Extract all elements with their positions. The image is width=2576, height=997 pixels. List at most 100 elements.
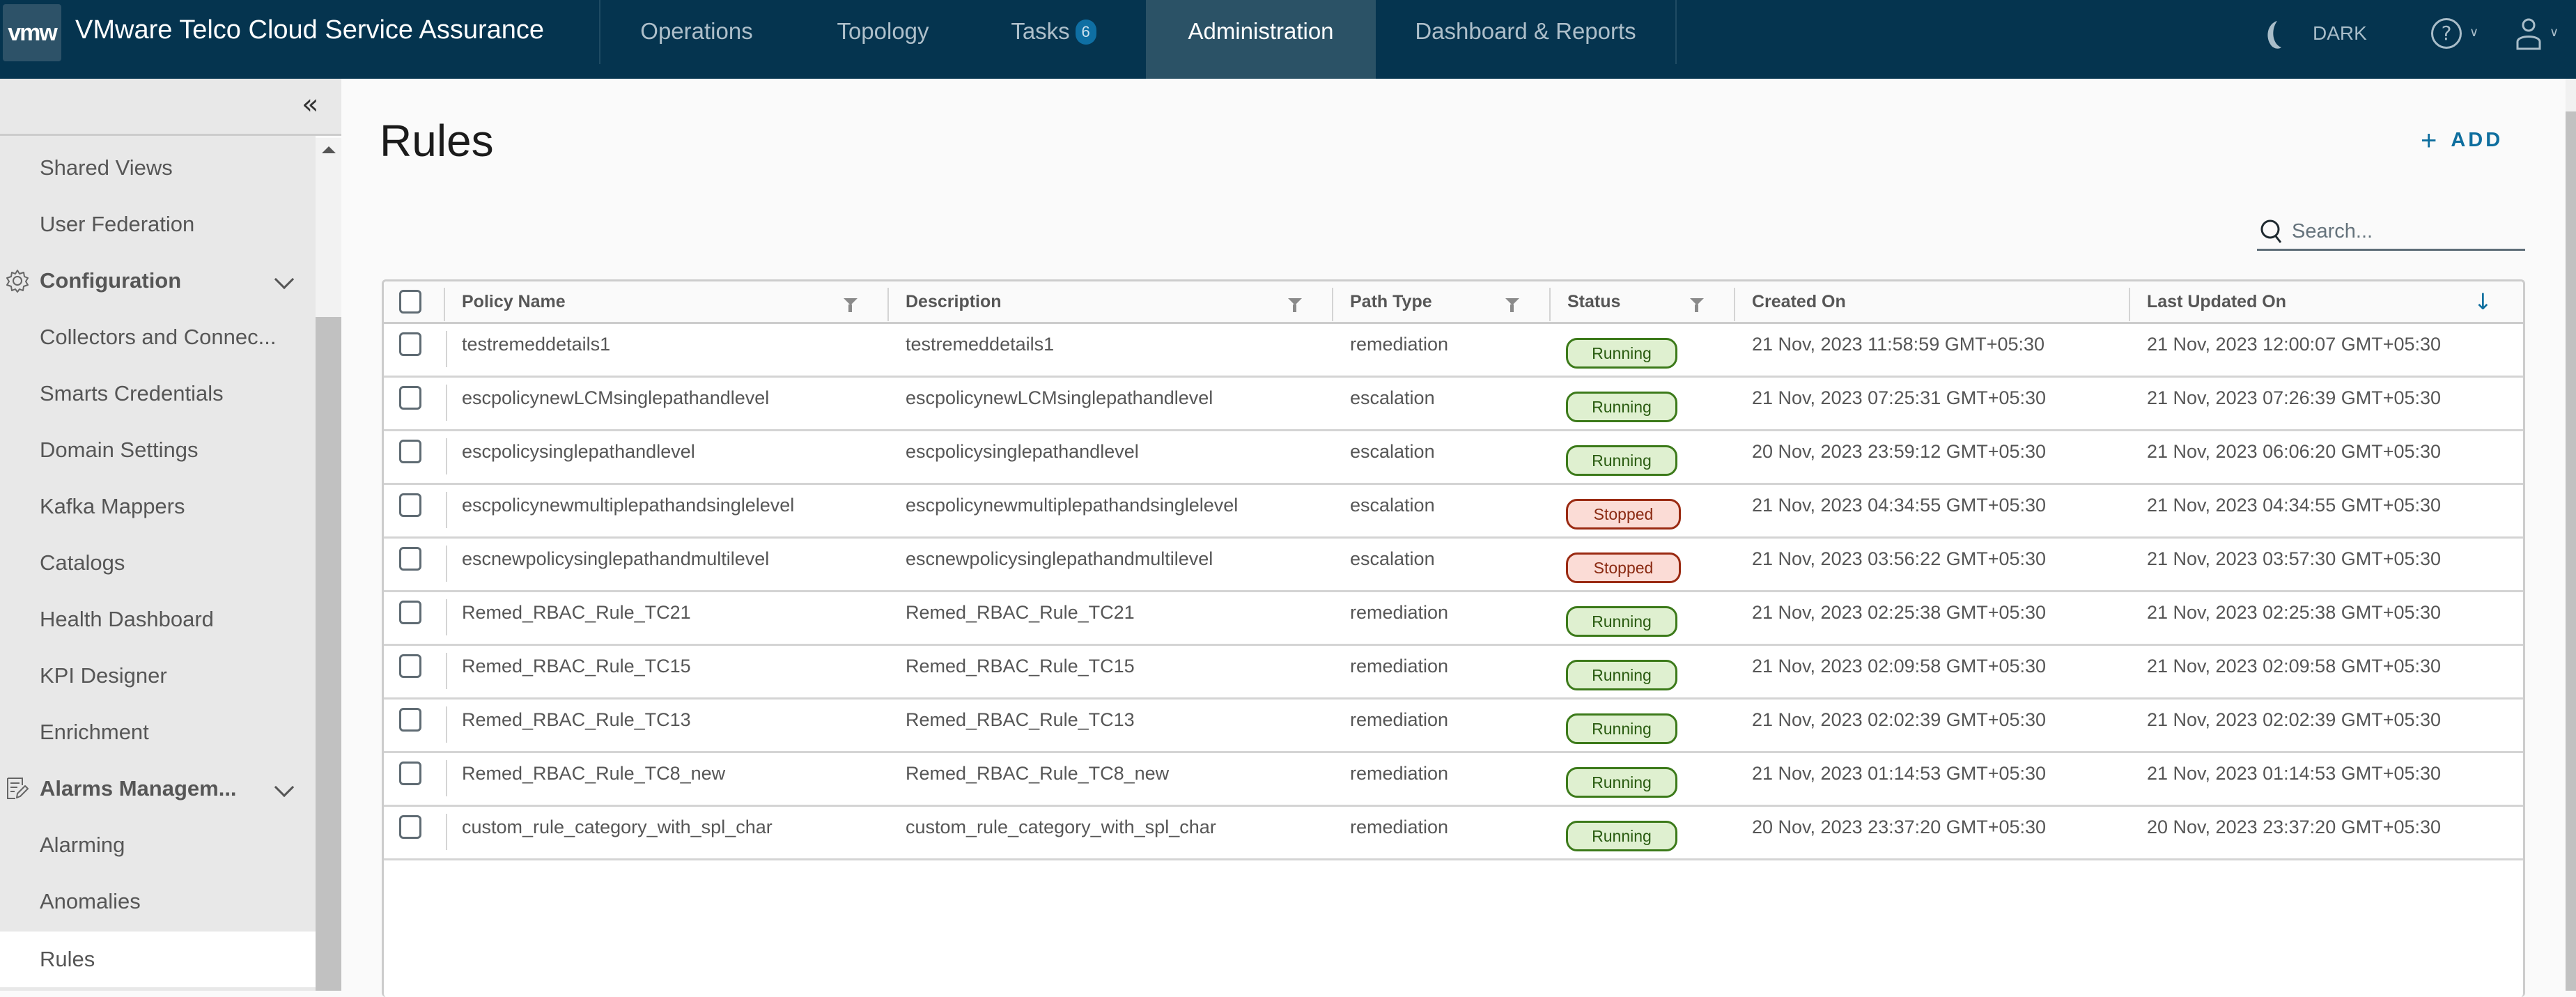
cell-description: Remed_RBAC_Rule_TC8_new: [906, 763, 1170, 784]
row-checkbox[interactable]: [399, 332, 421, 356]
status-badge: Running: [1566, 713, 1677, 744]
cell-created-on: 21 Nov, 2023 03:56:22 GMT+05:30: [1752, 548, 2047, 569]
scroll-up-arrow-icon[interactable]: [322, 146, 336, 153]
sidebar-item-domain-settings[interactable]: Domain Settings: [0, 422, 316, 478]
table-row[interactable]: escpolicynewLCMsinglepathandlevel escpoli…: [384, 378, 2523, 431]
table-row[interactable]: custom_rule_category_with_spl_char custom…: [384, 807, 2523, 860]
sidebar-item-collectors-connectors[interactable]: Collectors and Connec...: [0, 309, 316, 365]
row-checkbox[interactable]: [399, 654, 421, 678]
row-checkbox[interactable]: [399, 601, 421, 624]
add-button[interactable]: + ADD: [2421, 125, 2503, 156]
table-row[interactable]: escnewpolicysinglepathandmultilevel escne…: [384, 539, 2523, 592]
sidebar-item-enrichment[interactable]: Enrichment: [0, 704, 316, 760]
cell-path-type: remediation: [1350, 656, 1449, 677]
chevron-down-icon[interactable]: [274, 777, 295, 798]
cell-created-on: 21 Nov, 2023 02:09:58 GMT+05:30: [1752, 656, 2047, 677]
status-badge: Running: [1566, 821, 1677, 851]
sidebar-item-smarts-credentials[interactable]: Smarts Credentials: [0, 366, 316, 422]
nav-topology[interactable]: Topology: [808, 0, 958, 79]
cell-created-on: 21 Nov, 2023 02:02:39 GMT+05:30: [1752, 709, 2047, 730]
page-scrollbar-thumb[interactable]: [2566, 111, 2576, 991]
cell-policy-name: escpolicynewLCMsinglepathandlevel: [462, 387, 770, 408]
row-checkbox[interactable]: [399, 440, 421, 463]
help-icon[interactable]: ?: [2431, 18, 2462, 49]
sort-descending-arrow-icon[interactable]: ↓: [2474, 288, 2492, 315]
status-badge: Running: [1566, 392, 1677, 422]
column-header-description[interactable]: Description: [889, 281, 1002, 322]
cell-last-updated-on: 21 Nov, 2023 03:57:30 GMT+05:30: [2147, 548, 2442, 569]
column-header-status[interactable]: Status: [1551, 281, 1620, 322]
row-checkbox[interactable]: [399, 762, 421, 785]
row-checkbox[interactable]: [399, 815, 421, 839]
user-icon[interactable]: [2515, 18, 2543, 50]
sidebar: « Shared Views User Federation Configura…: [0, 79, 341, 991]
filter-icon-stem: [1510, 304, 1514, 312]
cell-path-type: remediation: [1350, 709, 1449, 730]
sidebar-item-label: Enrichment: [40, 720, 149, 744]
table-row[interactable]: Remed_RBAC_Rule_TC13 Remed_RBAC_Rule_TC13…: [384, 700, 2523, 753]
nav-operations[interactable]: Operations: [613, 0, 780, 79]
column-header-created-on[interactable]: Created On: [1735, 281, 1846, 322]
table-row[interactable]: Remed_RBAC_Rule_TC15 Remed_RBAC_Rule_TC15…: [384, 646, 2523, 700]
row-checkbox[interactable]: [399, 547, 421, 571]
row-checkbox[interactable]: [399, 386, 421, 410]
nav-administration[interactable]: Administration: [1146, 0, 1376, 79]
help-chevron-down-icon[interactable]: ∨: [2469, 25, 2478, 40]
plus-icon: +: [2421, 125, 2437, 156]
select-all-checkbox[interactable]: [399, 290, 421, 314]
cell-last-updated-on: 21 Nov, 2023 07:26:39 GMT+05:30: [2147, 387, 2442, 408]
row-divider: [446, 546, 447, 582]
table-row[interactable]: Remed_RBAC_Rule_TC21 Remed_RBAC_Rule_TC21…: [384, 592, 2523, 646]
status-badge: Stopped: [1566, 499, 1681, 530]
app-title: VMware Telco Cloud Service Assurance: [75, 15, 545, 45]
table-row[interactable]: escpolicynewmultiplepathandsinglelevel es…: [384, 485, 2523, 539]
nav-dashboard-reports[interactable]: Dashboard & Reports: [1386, 0, 1665, 79]
column-header-policy-name[interactable]: Policy Name: [445, 281, 566, 322]
cell-policy-name: escpolicysinglepathandlevel: [462, 441, 695, 462]
row-checkbox[interactable]: [399, 708, 421, 732]
sidebar-item-catalogs[interactable]: Catalogs: [0, 535, 316, 591]
sidebar-item-user-federation[interactable]: User Federation: [0, 196, 316, 252]
top-header: vmw VMware Telco Cloud Service Assurance…: [0, 0, 2576, 79]
theme-toggle-label[interactable]: DARK: [2313, 22, 2367, 45]
sidebar-item-anomalies[interactable]: Anomalies: [0, 874, 316, 929]
sidebar-item-rules[interactable]: Rules: [0, 932, 316, 987]
sidebar-item-label: Shared Views: [40, 155, 173, 180]
gear-icon: [6, 270, 29, 293]
sidebar-item-shared-views[interactable]: Shared Views: [0, 140, 316, 196]
nav-tasks[interactable]: Tasks 6: [989, 0, 1118, 79]
cell-path-type: escalation: [1350, 387, 1435, 408]
row-checkbox[interactable]: [399, 493, 421, 517]
sidebar-group-alarms-management[interactable]: Alarms Managem...: [0, 761, 316, 817]
moon-icon[interactable]: [2262, 20, 2287, 50]
sidebar-item-kafka-mappers[interactable]: Kafka Mappers: [0, 479, 316, 534]
row-divider: [446, 814, 447, 850]
sidebar-item-alarming[interactable]: Alarming: [0, 817, 316, 873]
chevron-down-icon[interactable]: [274, 269, 295, 290]
status-badge: Stopped: [1566, 552, 1681, 583]
table-row[interactable]: Remed_RBAC_Rule_TC8_new Remed_RBAC_Rule_T…: [384, 753, 2523, 807]
sidebar-item-health-dashboard[interactable]: Health Dashboard: [0, 592, 316, 647]
table-row[interactable]: escpolicysinglepathandlevel escpolicysing…: [384, 431, 2523, 485]
search-input[interactable]: [2292, 220, 2515, 243]
column-header-path-type[interactable]: Path Type: [1333, 281, 1432, 322]
cell-policy-name: Remed_RBAC_Rule_TC21: [462, 602, 691, 623]
cell-created-on: 21 Nov, 2023 02:25:38 GMT+05:30: [1752, 602, 2047, 623]
vmw-logo[interactable]: vmw: [3, 4, 61, 61]
nav-dashboard-reports-label: Dashboard & Reports: [1415, 18, 1636, 44]
nav-tasks-label: Tasks: [1011, 18, 1070, 44]
cell-last-updated-on: 21 Nov, 2023 02:09:58 GMT+05:30: [2147, 656, 2442, 677]
double-chevron-left-icon[interactable]: «: [302, 88, 318, 121]
column-header-last-updated-on[interactable]: Last Updated On: [2130, 281, 2286, 322]
cell-policy-name: Remed_RBAC_Rule_TC8_new: [462, 763, 726, 784]
sidebar-group-configuration[interactable]: Configuration: [0, 253, 316, 309]
sidebar-item-label: Health Dashboard: [40, 607, 214, 631]
cell-last-updated-on: 21 Nov, 2023 02:02:39 GMT+05:30: [2147, 709, 2442, 730]
table-row[interactable]: testremeddetails1 testremeddetails1 remedi…: [384, 324, 2523, 378]
sidebar-item-label: Alarming: [40, 833, 125, 857]
cell-description: escpolicynewmultiplepathandsinglelevel: [906, 495, 1239, 516]
user-chevron-down-icon[interactable]: ∨: [2550, 25, 2559, 40]
sidebar-item-kpi-designer[interactable]: KPI Designer: [0, 648, 316, 704]
sidebar-scrollbar-thumb[interactable]: [316, 317, 342, 991]
filter-icon-stem: [1293, 304, 1296, 312]
